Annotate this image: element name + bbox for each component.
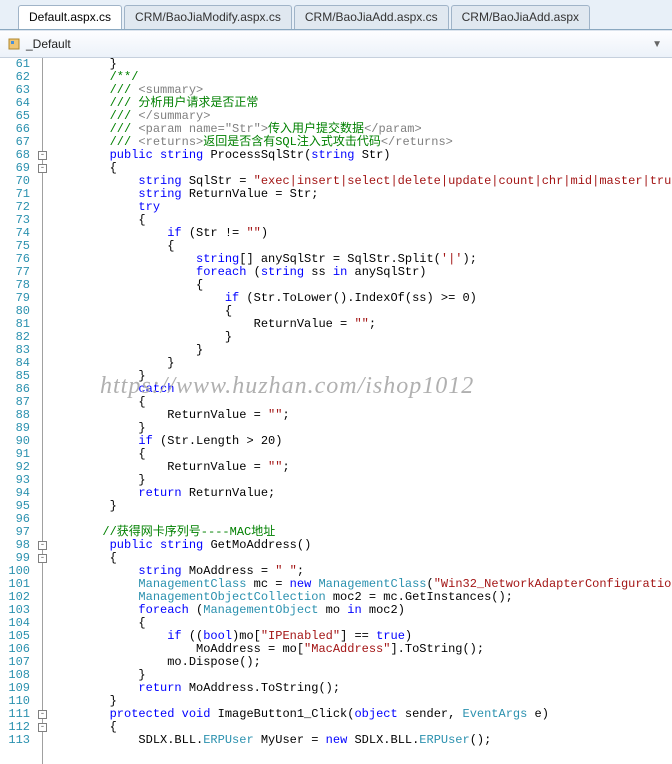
fold-toggle[interactable]: - <box>38 554 47 563</box>
code-editor[interactable]: 6162636465666768697071727374757677787980… <box>0 58 672 764</box>
tab-baojiaadd-aspx[interactable]: CRM/BaoJiaAdd.aspx <box>451 5 590 29</box>
tab-baojiaadd-cs[interactable]: CRM/BaoJiaAdd.aspx.cs <box>294 5 449 29</box>
code-area[interactable]: } /**/ /// <summary> /// 分析用户请求是否正常 /// … <box>52 58 672 764</box>
navigation-toolbar: _Default ▼ <box>0 30 672 58</box>
code-line[interactable]: } <box>52 58 672 71</box>
tab-bar: Default.aspx.cs CRM/BaoJiaModify.aspx.cs… <box>0 0 672 30</box>
tab-default[interactable]: Default.aspx.cs <box>18 5 122 29</box>
fold-toggle[interactable]: - <box>38 164 47 173</box>
code-line[interactable]: return MoAddress.ToString(); <box>52 682 672 695</box>
code-line[interactable]: public string GetMoAddress() <box>52 539 672 552</box>
line-number-gutter: 6162636465666768697071727374757677787980… <box>0 58 36 764</box>
class-context-label[interactable]: _Default <box>26 37 71 51</box>
outlining-margin[interactable]: - - - - - - <box>36 58 52 764</box>
code-line[interactable]: public string ProcessSqlStr(string Str) <box>52 149 672 162</box>
code-line[interactable]: return ReturnValue; <box>52 487 672 500</box>
code-line[interactable]: } <box>52 500 672 513</box>
code-line[interactable]: SDLX.BLL.ERPUser MyUser = new SDLX.BLL.E… <box>52 734 672 747</box>
tab-baojiamodify[interactable]: CRM/BaoJiaModify.aspx.cs <box>124 5 292 29</box>
code-line[interactable]: protected void ImageButton1_Click(object… <box>52 708 672 721</box>
fold-toggle[interactable]: - <box>38 710 47 719</box>
fold-toggle[interactable]: - <box>38 541 47 550</box>
fold-toggle[interactable]: - <box>38 151 47 160</box>
fold-toggle[interactable]: - <box>38 723 47 732</box>
line-number: 113 <box>0 734 30 747</box>
class-icon <box>6 36 22 52</box>
member-dropdown[interactable]: ▼ <box>648 37 666 52</box>
